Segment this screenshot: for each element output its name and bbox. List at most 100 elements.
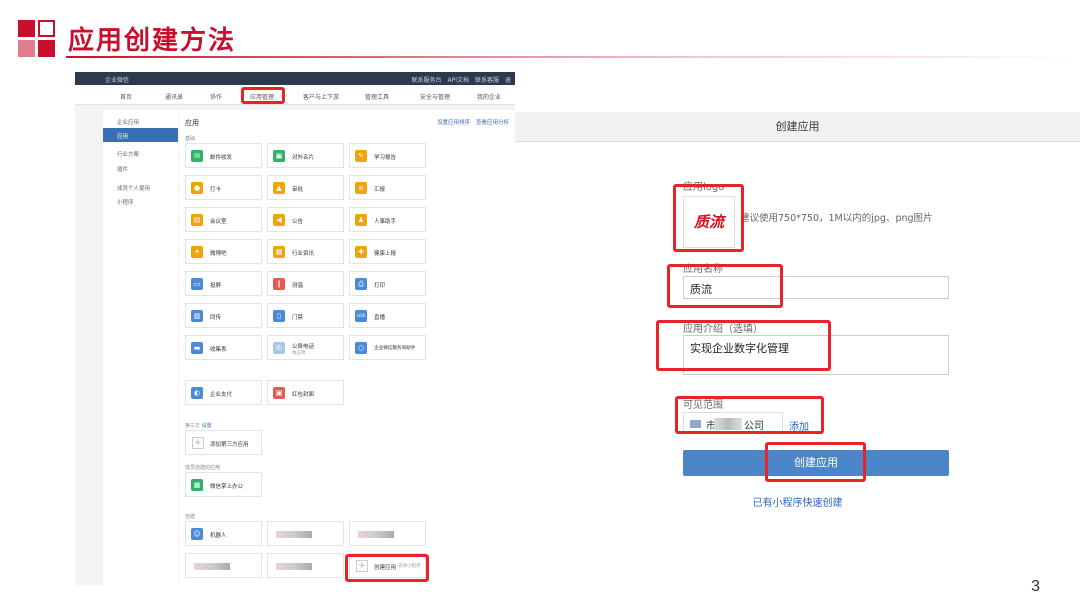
app-card-redacted[interactable] xyxy=(267,521,344,546)
nav-my-enterprise[interactable]: 我的企业 xyxy=(477,92,501,101)
sort-apps-link[interactable]: 设置应用排序 xyxy=(437,118,470,126)
top-link[interactable]: 联系客服 xyxy=(475,75,499,84)
office-icon: ▦ xyxy=(191,479,203,491)
translate-icon: ▥ xyxy=(191,310,203,322)
highlight-intro xyxy=(656,320,831,371)
card-icon: ▣ xyxy=(273,150,285,162)
top-bar: 企业微信 联系服务台 API文档 联系客服 退 xyxy=(75,72,515,85)
app-card[interactable]: ▦ 行业资讯 xyxy=(267,239,344,264)
quick-create-miniprogram-link[interactable]: 已有小程序快速创建 xyxy=(515,494,1080,509)
section-base: 基础 xyxy=(185,136,196,142)
app-card-redacted[interactable] xyxy=(185,553,262,578)
highlight-create-app xyxy=(345,554,429,582)
sidebar: 企业应用 应用 行业方案 插件 成员个人使用 小程序 xyxy=(103,110,178,585)
top-link[interactable]: API文档 xyxy=(447,75,469,84)
app-card[interactable]: ▤ 会议室 xyxy=(185,207,262,232)
screen-icon: ▭ xyxy=(191,278,203,290)
app-card[interactable]: ✆ 公费电话 本应用 xyxy=(267,335,344,360)
app-card[interactable]: ▭ 投屏 xyxy=(185,271,262,296)
app-card[interactable]: ● 打卡 xyxy=(185,175,262,200)
highlight-create-button xyxy=(765,442,866,482)
nav-contacts[interactable]: 通讯录 xyxy=(165,92,183,101)
logo-hint: 建议使用750*750，1M以内的jpg、png图片 xyxy=(740,213,933,224)
plus-icon: + xyxy=(192,437,204,449)
app-card[interactable]: ♟ 人事助手 xyxy=(349,207,426,232)
room-icon: ▤ xyxy=(191,214,203,226)
section-member-apps: 成员自建的应用 xyxy=(185,465,221,471)
sidebar-group: 成员个人使用 xyxy=(117,186,151,192)
highlight-scope xyxy=(675,396,824,434)
notice-icon: ◀ xyxy=(273,214,285,226)
add-third-party-button[interactable]: + 添加第三方应用 xyxy=(185,430,262,455)
app-card[interactable]: ▦ 微信掌上办公 xyxy=(185,472,262,497)
app-card[interactable]: ▣ 对外名片 xyxy=(267,143,344,168)
app-card[interactable]: ▬ 收集表 xyxy=(185,335,262,360)
phone-icon: ✆ xyxy=(273,342,285,354)
approve-icon: ▲ xyxy=(273,182,285,194)
slide: 应用创建方法 企业微信 联系服务台 API文档 联系客服 退 首页 通讯录 协作… xyxy=(0,0,1080,608)
chat-icon: ○ xyxy=(355,342,367,354)
news-icon: ▦ xyxy=(273,246,285,258)
nav-customers[interactable]: 客户与上下游 xyxy=(303,92,339,101)
app-card-redacted[interactable] xyxy=(349,521,426,546)
summary-icon: ≡ xyxy=(355,182,367,194)
mail-icon: ✉ xyxy=(191,150,203,162)
pay-icon: ◐ xyxy=(191,387,203,399)
ai-logo xyxy=(18,20,58,60)
app-card[interactable]: ▣ 红包封面 xyxy=(267,380,344,405)
create-app-form-screenshot: 创建应用 应用logo 质流 建议使用750*750，1M以内的jpg、png图… xyxy=(515,112,1080,542)
highlight-name xyxy=(667,264,783,308)
app-card[interactable]: ✎ 学习报告 xyxy=(349,143,426,168)
slide-title: 应用创建方法 xyxy=(68,26,237,56)
app-analytics-link[interactable]: 查看应用分析 xyxy=(476,118,509,126)
app-card[interactable]: ❙ 测温 xyxy=(267,271,344,296)
panel-title: 应用 xyxy=(185,119,199,127)
section-third: 第三方 设置 xyxy=(185,423,212,429)
app-card[interactable]: ☺ 机器人 xyxy=(185,521,262,546)
form-icon: ▬ xyxy=(191,342,203,354)
app-card[interactable]: ▥ 同传 xyxy=(185,303,262,328)
apps-panel: 应用 设置应用排序 查看应用分析 基础 ✉ 邮件收发 ▣ 对外名片 ✎ 学习报告 ● 打… xyxy=(179,110,515,585)
sidebar-group: 企业应用 xyxy=(117,120,140,126)
location-icon: ● xyxy=(191,182,203,194)
app-card[interactable]: ≡ 汇报 xyxy=(349,175,426,200)
page-number: 3 xyxy=(1031,578,1040,595)
app-card[interactable]: ▲ 审批 xyxy=(267,175,344,200)
brand-name: 企业微信 xyxy=(105,77,130,84)
health-icon: ✚ xyxy=(355,246,367,258)
nav-collab[interactable]: 协作 xyxy=(210,92,222,101)
thermometer-icon: ❙ xyxy=(273,278,285,290)
title-divider xyxy=(66,56,1080,58)
app-card[interactable]: ✚ 健康上报 xyxy=(349,239,426,264)
app-card[interactable]: LIVE 直播 xyxy=(349,303,426,328)
sidebar-item-industry[interactable]: 行业方案 xyxy=(117,150,139,158)
app-card[interactable]: ⎙ 打印 xyxy=(349,271,426,296)
app-card[interactable]: ◐ 企业支付 xyxy=(185,380,262,405)
app-card[interactable]: ▯ 门禁 xyxy=(267,303,344,328)
report-icon: ✎ xyxy=(355,150,367,162)
nav-security[interactable]: 安全与管理 xyxy=(420,92,450,101)
redpacket-icon: ▣ xyxy=(273,387,285,399)
nav-tools[interactable]: 管理工具 xyxy=(365,92,389,101)
live-icon: LIVE xyxy=(355,310,367,322)
app-card[interactable]: ◀ 公告 xyxy=(267,207,344,232)
third-settings-link[interactable]: 设置 xyxy=(202,423,212,429)
app-management-screenshot: 企业微信 联系服务台 API文档 联系客服 退 首页 通讯录 协作 应用管理 客… xyxy=(75,72,515,585)
top-link[interactable]: 退 xyxy=(505,75,511,84)
printer-icon: ⎙ xyxy=(355,278,367,290)
robot-icon: ☺ xyxy=(191,528,203,540)
sidebar-item-apps[interactable]: 应用 xyxy=(103,128,178,142)
nav-home[interactable]: 首页 xyxy=(120,92,132,101)
app-card[interactable]: ✦ 微博吧 xyxy=(185,239,262,264)
form-header: 创建应用 xyxy=(515,112,1080,142)
bar-icon: ✦ xyxy=(191,246,203,258)
hr-icon: ♟ xyxy=(355,214,367,226)
app-card[interactable]: ○ 企业微信服务商助手 xyxy=(349,335,426,360)
highlight-logo xyxy=(673,184,744,252)
door-icon: ▯ xyxy=(273,310,285,322)
sidebar-item-miniprogram[interactable]: 小程序 xyxy=(117,198,134,206)
app-card[interactable]: ✉ 邮件收发 xyxy=(185,143,262,168)
sidebar-item-plugins[interactable]: 插件 xyxy=(117,165,128,173)
app-card-redacted[interactable] xyxy=(267,553,344,578)
top-link[interactable]: 联系服务台 xyxy=(411,75,441,84)
